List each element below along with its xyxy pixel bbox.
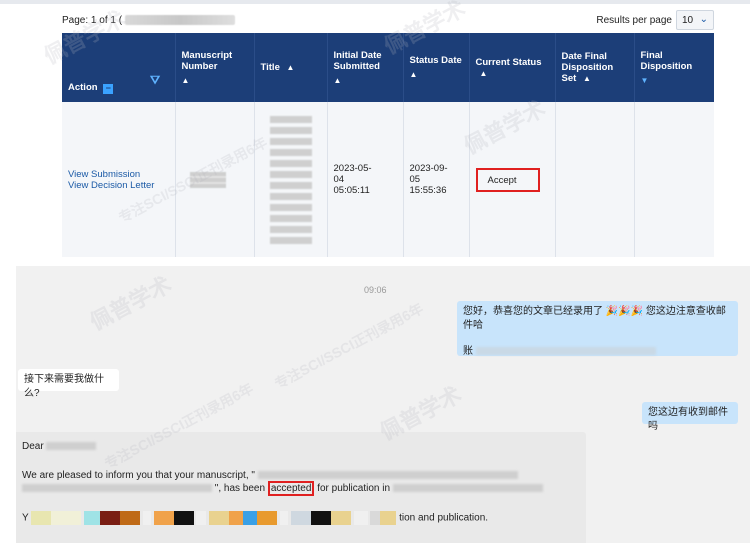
page-info-text: Page: 1 of 1 ( xyxy=(62,15,123,26)
col-current-status[interactable]: Current Status ▲ xyxy=(469,33,556,102)
col-status-date-label: Status Date xyxy=(409,55,462,66)
redacted-text xyxy=(257,471,518,480)
col-initial-date[interactable]: Initial Date Submitted ▲ xyxy=(327,33,404,102)
chat-message-right: 您这边有收到邮件吗 xyxy=(642,402,738,432)
email-text: tion and publication. xyxy=(399,512,489,524)
cell-title xyxy=(254,102,328,257)
view-decision-letter-link[interactable]: View Decision Letter xyxy=(68,180,169,191)
redacted-title xyxy=(269,115,312,244)
redacted-text xyxy=(392,484,543,493)
redacted-text xyxy=(22,484,212,493)
email-dear: Dear xyxy=(22,441,44,452)
submission-panel: Page: 1 of 1 ( Results per page 10 ⌄ Act… xyxy=(0,0,750,262)
col-action-label: Action xyxy=(68,82,98,93)
redacted-count xyxy=(124,15,235,26)
msg-text: 账 xyxy=(463,346,473,357)
email-text: ", has been xyxy=(214,483,266,494)
top-strip xyxy=(0,0,750,4)
col-title[interactable]: Title ▲ xyxy=(254,33,328,102)
watermark-tagline: 专注SCI/SSCI正刊录用6年 xyxy=(271,300,426,392)
redacted-manuscript-number xyxy=(189,171,226,188)
email-text: We are pleased to inform you that your m… xyxy=(22,470,255,481)
page-info: Page: 1 of 1 ( xyxy=(62,15,235,26)
cell-initial-date: 2023-05-04 05:05:11 xyxy=(327,102,404,257)
table-row: View Submission View Decision Letter 202… xyxy=(62,102,714,257)
cell-final-disposition xyxy=(634,102,714,257)
accepted-highlight: accepted xyxy=(267,481,315,496)
email-text: Y xyxy=(22,512,29,524)
sort-up-icon[interactable]: ▲ xyxy=(334,75,397,86)
results-per-page-select[interactable]: 10 ⌄ xyxy=(676,10,714,30)
party-popper-icon: 🎉🎉🎉 xyxy=(605,306,644,317)
sort-up-icon[interactable]: ▲ xyxy=(480,68,488,79)
cell-action: View Submission View Decision Letter xyxy=(62,102,176,257)
pager-row: Page: 1 of 1 ( Results per page 10 ⌄ xyxy=(62,10,714,32)
status-badge: Accept xyxy=(475,167,540,192)
results-per-page-label: Results per page xyxy=(596,15,672,26)
sort-up-icon[interactable]: ▲ xyxy=(583,73,591,84)
col-manuscript-number[interactable]: Manuscript Number ▲ xyxy=(175,33,255,102)
col-final-disposition-label: Final Disposition xyxy=(640,49,693,72)
col-final-disposition[interactable]: Final Disposition ▼ xyxy=(634,33,714,102)
chat-panel: 09:06 您好，恭喜您的文章已经录用了 🎉🎉🎉 您这边注意查收邮件哈 账 接下… xyxy=(16,266,750,543)
col-initial-date-label: Initial Date Submitted xyxy=(333,49,382,72)
col-manuscript-number-label: Manuscript Number xyxy=(181,49,233,72)
cell-current-status: Accept xyxy=(469,102,556,257)
collapse-icon[interactable]: − xyxy=(103,84,114,94)
col-date-final[interactable]: Date Final Disposition Set ▲ xyxy=(555,33,635,102)
sort-up-icon[interactable]: ▲ xyxy=(182,75,248,86)
chat-message-right: 您好，恭喜您的文章已经录用了 🎉🎉🎉 您这边注意查收邮件哈 账 xyxy=(457,301,738,357)
chevron-down-icon: ⌄ xyxy=(699,14,708,25)
view-submission-link[interactable]: View Submission xyxy=(68,169,169,180)
col-action[interactable]: Action − ⛛ xyxy=(62,33,176,102)
sort-up-icon[interactable]: ▲ xyxy=(410,69,463,80)
redacted-color-strip: Y tion and publication. xyxy=(22,511,580,526)
sort-down-icon[interactable]: ▼ xyxy=(641,75,709,86)
table-header-row: Action − ⛛ Manuscript Number ▲ Title ▲ I… xyxy=(62,33,714,102)
redacted-name xyxy=(46,442,97,451)
redacted-text xyxy=(475,347,656,356)
col-status-date[interactable]: Status Date ▲ xyxy=(403,33,470,102)
col-current-status-label: Current Status xyxy=(475,56,542,68)
email-text: for publication in xyxy=(317,483,391,494)
watermark-brand: 佩普学术 xyxy=(85,271,176,336)
cell-status-date: 2023-09-05 15:55:36 xyxy=(403,102,470,257)
cell-manuscript-number xyxy=(175,102,255,257)
submissions-table: Action − ⛛ Manuscript Number ▲ Title ▲ I… xyxy=(62,33,714,257)
chat-message-email: Dear We are pleased to inform you that y… xyxy=(16,432,586,543)
msg-text: 您好，恭喜您的文章已经录用了 xyxy=(463,306,603,317)
results-per-page-value: 10 xyxy=(682,15,694,26)
sort-up-icon[interactable]: ▲ xyxy=(287,62,295,73)
col-title-label: Title xyxy=(260,62,280,73)
filter-icon[interactable]: ⛛ xyxy=(150,74,160,86)
chat-message-left: 接下来需要我做什么? xyxy=(18,369,119,399)
chat-timestamp: 09:06 xyxy=(364,285,387,295)
cell-date-final xyxy=(555,102,635,257)
